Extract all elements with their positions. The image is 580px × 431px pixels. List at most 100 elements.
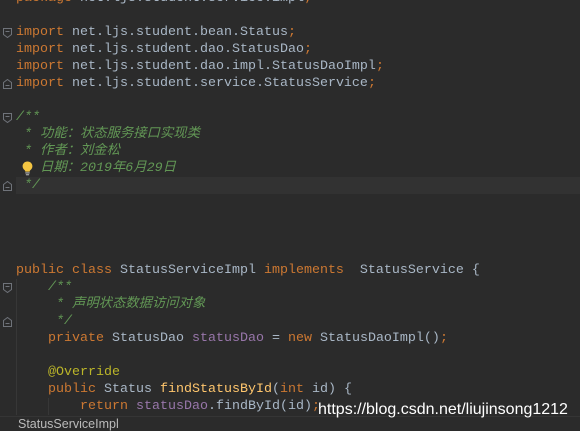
gutter-cell[interactable] [0, 364, 16, 381]
code-line-text: import net.ljs.student.dao.impl.StatusDa… [16, 58, 580, 75]
fold-start-icon[interactable] [3, 113, 12, 123]
code-line[interactable] [0, 194, 580, 211]
code-token: ; [304, 0, 312, 6]
code-line[interactable]: import net.ljs.student.bean.Status; [0, 24, 580, 41]
gutter-cell[interactable] [0, 0, 16, 7]
gutter-cell[interactable] [0, 160, 16, 177]
gutter-cell[interactable] [0, 143, 16, 160]
fold-start-icon[interactable] [3, 283, 12, 293]
code-token: StatusDaoImpl() [311, 331, 440, 346]
code-line-text: import net.ljs.student.bean.Status; [16, 24, 580, 41]
code-token: net.ljs.student.bean.Status [64, 25, 288, 40]
gutter-cell[interactable] [0, 194, 16, 211]
code-line[interactable]: */ [0, 313, 580, 330]
code-line-text: * 作者：刘金松 [16, 143, 580, 160]
code-token: .findById(id) [207, 399, 312, 414]
code-token: /** [16, 110, 40, 125]
gutter-cell[interactable] [0, 228, 16, 245]
gutter-cell[interactable] [0, 177, 16, 194]
code-line-text: 日期：2019年6月29日 [16, 160, 580, 177]
gutter-cell[interactable] [0, 109, 16, 126]
gutter-cell[interactable] [0, 347, 16, 364]
gutter-cell[interactable] [0, 296, 16, 313]
code-line-text: */ [16, 313, 580, 330]
gutter-cell[interactable] [0, 262, 16, 279]
gutter-cell[interactable] [0, 24, 16, 41]
code-line[interactable]: /** [0, 279, 580, 296]
code-line-text: package net.ljs.student.service.impl; [16, 0, 580, 7]
ide-window: package net.ljs.student.service.impl; imp… [0, 0, 580, 431]
gutter-cell[interactable] [0, 381, 16, 398]
gutter-cell[interactable] [0, 58, 16, 75]
gutter-cell[interactable] [0, 279, 16, 296]
code-line[interactable]: public Status findStatusById(int id) { [0, 381, 580, 398]
code-token: ; [287, 25, 296, 40]
code-line[interactable] [0, 7, 580, 24]
code-line[interactable]: * 作者：刘金松 [0, 143, 580, 160]
gutter-cell[interactable] [0, 75, 16, 92]
code-line[interactable]: import net.ljs.student.service.StatusSer… [0, 75, 580, 92]
code-line[interactable] [0, 92, 580, 109]
breadcrumb-item-class[interactable]: StatusServiceImpl [18, 417, 119, 431]
fold-end-icon[interactable] [3, 317, 12, 327]
code-line[interactable]: private StatusDao statusDao = new Status… [0, 330, 580, 347]
code-token: import [16, 59, 64, 74]
code-line-text: * 功能：状态服务接口实现类 [16, 126, 580, 143]
code-line-text: /** [16, 109, 580, 126]
code-line-text [16, 245, 580, 262]
lightbulb-icon[interactable] [22, 160, 33, 177]
code-token: @Override [16, 365, 120, 380]
code-token: StatusServiceImpl [111, 263, 264, 278]
code-line-text [16, 211, 580, 228]
code-token: ; [375, 59, 384, 74]
code-line[interactable]: public class StatusServiceImpl implement… [0, 262, 580, 279]
code-line-text: import net.ljs.student.service.StatusSer… [16, 75, 580, 92]
code-line-text [16, 347, 580, 364]
code-line-text: /** [16, 279, 580, 296]
gutter-cell[interactable] [0, 330, 16, 347]
fold-end-icon[interactable] [3, 79, 12, 89]
code-line[interactable] [0, 228, 580, 245]
code-token: findStatusById [159, 382, 272, 397]
gutter-cell[interactable] [0, 245, 16, 262]
code-token: 日期：2019年6月29日 [32, 161, 176, 176]
code-line-text [16, 194, 580, 211]
code-line[interactable] [0, 347, 580, 364]
code-token: net.ljs.student.dao.StatusDao [64, 42, 304, 57]
code-line[interactable]: /** [0, 109, 580, 126]
code-token: new [287, 331, 312, 346]
code-token: import [16, 76, 64, 91]
gutter-cell[interactable] [0, 313, 16, 330]
gutter-cell[interactable] [0, 7, 16, 24]
code-token: Status [95, 382, 160, 397]
code-token: import [16, 25, 64, 40]
code-line-text [16, 92, 580, 109]
code-line[interactable]: package net.ljs.student.service.impl; [0, 0, 580, 7]
code-token: */ [16, 314, 72, 329]
code-line-text: */ [16, 177, 580, 194]
code-line[interactable]: 日期：2019年6月29日 [0, 160, 580, 177]
code-line-text: public class StatusServiceImpl implement… [16, 262, 580, 279]
code-line[interactable] [0, 245, 580, 262]
gutter-cell[interactable] [0, 398, 16, 415]
gutter-cell[interactable] [0, 211, 16, 228]
fold-end-icon[interactable] [3, 181, 12, 191]
gutter-cell[interactable] [0, 92, 16, 109]
code-line[interactable]: import net.ljs.student.dao.impl.StatusDa… [0, 58, 580, 75]
code-token: StatusDao [103, 331, 192, 346]
gutter-cell[interactable] [0, 41, 16, 58]
code-line[interactable]: @Override [0, 364, 580, 381]
gutter-cell[interactable] [0, 126, 16, 143]
code-token: StatusService { [343, 263, 480, 278]
code-line[interactable]: * 功能：状态服务接口实现类 [0, 126, 580, 143]
code-token: return [16, 399, 136, 414]
code-line[interactable] [0, 211, 580, 228]
code-line[interactable]: * 声明状态数据访问对象 [0, 296, 580, 313]
fold-start-icon[interactable] [3, 28, 12, 38]
current-code-line[interactable]: */ [0, 177, 580, 194]
code-token: net.ljs.student.dao.impl.StatusDaoImpl [64, 59, 376, 74]
code-editor[interactable]: package net.ljs.student.service.impl; imp… [0, 0, 580, 415]
code-token: net.ljs.student.service.impl [72, 0, 304, 6]
code-line[interactable]: import net.ljs.student.dao.StatusDao; [0, 41, 580, 58]
code-token: implements [263, 263, 344, 278]
